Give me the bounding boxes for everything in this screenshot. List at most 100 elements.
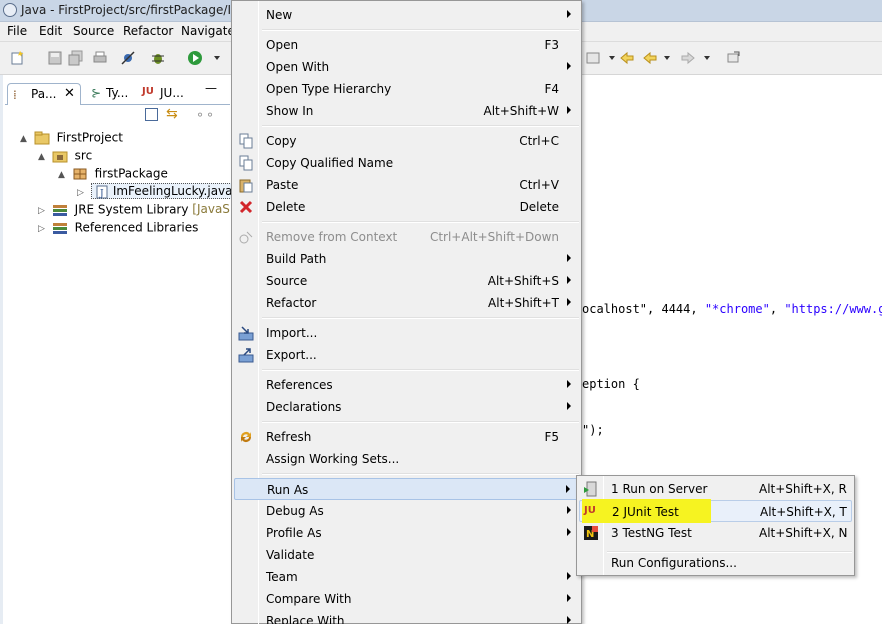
project-icon <box>34 131 50 144</box>
menu-separator <box>262 473 579 475</box>
submenu-item-run-configurations[interactable]: Run Configurations... <box>579 552 852 574</box>
submenu-item-junit-test[interactable]: JU 2 JUnit Test Alt+Shift+X, T <box>579 499 852 523</box>
import-icon <box>238 326 254 341</box>
pin-editor-icon[interactable] <box>725 50 741 66</box>
menu-item-debug-as[interactable]: Debug As <box>234 500 579 522</box>
tab-package-explorer[interactable]: ⁞ Pa... ✕ <box>7 83 81 105</box>
library-icon <box>52 204 67 216</box>
submenu-arrow-icon <box>567 402 571 410</box>
skip-breakpoints-icon[interactable] <box>120 50 136 66</box>
menu-item-copy-qualified-name[interactable]: Copy Qualified Name <box>234 152 579 174</box>
package-icon <box>73 168 87 179</box>
menu-item-refresh[interactable]: Refresh F5 <box>234 426 579 448</box>
menu-item-import[interactable]: Import... <box>234 322 579 344</box>
collapse-all-icon[interactable] <box>145 108 158 121</box>
tab-type-hierarchy[interactable]: ⊱ Ty... <box>89 83 137 105</box>
menu-item-references[interactable]: References <box>234 374 579 396</box>
eclipse-icon <box>3 3 17 17</box>
tab-junit[interactable]: JU JU... <box>140 83 188 105</box>
junit-icon: JU <box>584 505 596 516</box>
run-as-submenu: 1 Run on Server Alt+Shift+X, R JU 2 JUnit… <box>576 475 855 576</box>
menu-item-open-with[interactable]: Open With <box>234 56 579 78</box>
menu-item-run-as[interactable]: Run As <box>234 478 579 500</box>
menu-separator <box>262 221 579 223</box>
back-dropdown-icon[interactable] <box>660 50 676 66</box>
close-icon[interactable]: ✕ <box>64 86 75 101</box>
save-all-icon[interactable] <box>68 50 84 66</box>
refresh-icon <box>241 432 251 442</box>
java-file-icon: J <box>96 185 108 199</box>
expand-icon[interactable]: ▷ <box>38 206 48 216</box>
view-menu-icon[interactable]: ⚬⚬ <box>195 108 215 122</box>
remove-from-context-icon <box>239 231 253 244</box>
menu-navigate[interactable]: Navigate <box>181 24 235 38</box>
menu-item-refactor[interactable]: Refactor Alt+Shift+T <box>234 292 579 314</box>
submenu-arrow-icon <box>567 62 571 70</box>
expand-icon[interactable]: ▷ <box>77 188 87 198</box>
submenu-arrow-icon <box>567 616 571 624</box>
expand-icon[interactable]: ▷ <box>38 224 48 234</box>
toggle-mark-icon[interactable] <box>585 50 601 66</box>
menu-item-profile-as[interactable]: Profile As <box>234 522 579 544</box>
new-icon[interactable] <box>10 50 26 66</box>
explorer-tabs: ⁞ Pa... ✕ ⊱ Ty... JU JU... — <box>5 80 230 105</box>
menu-item-paste[interactable]: Paste Ctrl+V <box>234 174 579 196</box>
minimize-icon[interactable]: — <box>205 81 217 95</box>
menu-source[interactable]: Source <box>73 24 114 38</box>
tree-item-java-file[interactable]: ▷ J ImFeelingLucky.java <box>77 183 236 202</box>
submenu-arrow-icon <box>567 254 571 262</box>
menu-item-replace-with[interactable]: Replace With <box>234 610 579 624</box>
menu-item-open-type-hierarchy[interactable]: Open Type Hierarchy F4 <box>234 78 579 100</box>
link-with-editor-icon[interactable]: ⇆ <box>166 106 178 122</box>
expand-icon[interactable]: ▲ <box>38 152 48 162</box>
menu-item-show-in[interactable]: Show In Alt+Shift+W <box>234 100 579 122</box>
submenu-item-testng-test[interactable]: N 3 TestNG Test Alt+Shift+X, N <box>579 522 852 544</box>
debug-icon[interactable] <box>150 50 166 66</box>
junit-icon: JU <box>142 86 154 97</box>
menu-item-assign-working-sets[interactable]: Assign Working Sets... <box>234 448 579 470</box>
print-icon[interactable] <box>92 50 108 66</box>
submenu-arrow-icon <box>567 506 571 514</box>
expand-icon[interactable]: ▲ <box>20 134 30 144</box>
menu-item-validate[interactable]: Validate <box>234 544 579 566</box>
save-icon[interactable] <box>47 50 63 66</box>
back-icon[interactable] <box>642 50 658 66</box>
menu-item-build-path[interactable]: Build Path <box>234 248 579 270</box>
menu-refactor[interactable]: Refactor <box>123 24 173 38</box>
tree-item-src[interactable]: ▲ src <box>38 148 92 166</box>
tree-item-referenced-libraries[interactable]: ▷ Referenced Libraries <box>38 220 198 238</box>
copy-qualified-name-icon <box>239 155 253 171</box>
menu-item-source[interactable]: Source Alt+Shift+S <box>234 270 579 292</box>
paste-icon <box>239 179 253 193</box>
server-run-icon <box>584 481 597 497</box>
submenu-item-run-on-server[interactable]: 1 Run on Server Alt+Shift+X, R <box>579 478 852 500</box>
tree-item-jre[interactable]: ▷ JRE System Library [JavaSE-1.7 <box>38 202 261 220</box>
forward-icon[interactable] <box>680 50 696 66</box>
menu-item-export[interactable]: Export... <box>234 344 579 366</box>
menu-item-team[interactable]: Team <box>234 566 579 588</box>
submenu-arrow-icon <box>567 276 571 284</box>
submenu-arrow-icon <box>567 528 571 536</box>
submenu-arrow-icon <box>567 298 571 306</box>
menu-item-remove-from-context[interactable]: Remove from Context Ctrl+Alt+Shift+Down <box>234 226 579 248</box>
run-dropdown-icon[interactable] <box>211 50 227 66</box>
menu-item-compare-with[interactable]: Compare With <box>234 588 579 610</box>
context-menu: New Open F3 Open With Open Type Hierarchy… <box>231 0 582 624</box>
run-icon[interactable] <box>187 50 203 66</box>
menu-edit[interactable]: Edit <box>39 24 62 38</box>
svg-text:J: J <box>99 189 104 199</box>
expand-icon[interactable]: ▲ <box>58 170 68 180</box>
menu-item-copy[interactable]: Copy Ctrl+C <box>234 130 579 152</box>
menu-item-declarations[interactable]: Declarations <box>234 396 579 418</box>
forward-dropdown-icon[interactable] <box>700 50 716 66</box>
menu-separator <box>262 125 579 127</box>
tree-item-package[interactable]: ▲ firstPackage <box>58 166 168 184</box>
tree-item-project[interactable]: ▲ FirstProject <box>20 130 123 148</box>
submenu-arrow-icon <box>567 380 571 388</box>
menu-file[interactable]: File <box>7 24 27 38</box>
menu-item-new[interactable]: New <box>234 4 579 26</box>
menu-item-delete[interactable]: Delete Delete <box>234 196 579 218</box>
code-line: eption { <box>582 377 640 391</box>
menu-item-open[interactable]: Open F3 <box>234 34 579 56</box>
last-edit-icon[interactable] <box>619 50 635 66</box>
